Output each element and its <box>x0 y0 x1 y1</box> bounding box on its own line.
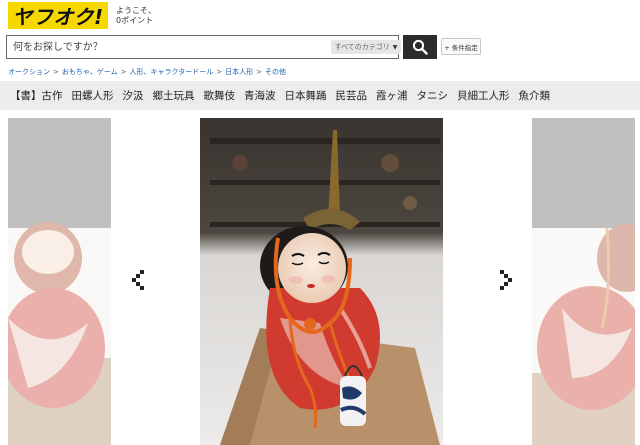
breadcrumb-separator: > <box>53 68 59 76</box>
site-logo[interactable]: ヤフオク! <box>8 2 108 29</box>
category-select-label: すべてのカテゴリ <box>334 43 390 51</box>
carousel-prev-button[interactable] <box>129 268 147 292</box>
points-link[interactable]: 0ポイント <box>116 16 156 26</box>
doll-photo-prev <box>8 118 111 445</box>
tag-link[interactable]: 青海波 <box>244 88 276 103</box>
welcome-greeting: ようこそ、 <box>116 6 156 15</box>
tag-link[interactable]: 日本舞踊 <box>285 88 327 103</box>
breadcrumb-item[interactable]: オークション <box>8 68 50 76</box>
related-tags-bar: 【書】古作 田螺人形 汐汲 郷土玩具 歌舞伎 青海波 日本舞踊 民芸品 霞ヶ浦 … <box>0 81 640 110</box>
tag-link[interactable]: 魚介類 <box>519 88 551 103</box>
tag-link[interactable]: 【書】古作 <box>10 88 63 103</box>
chevron-down-icon: ▼ <box>392 43 398 51</box>
breadcrumb-item[interactable]: 日本人形 <box>225 68 253 76</box>
carousel-prev-image[interactable] <box>8 118 111 445</box>
welcome-text: ようこそ、 0ポイント <box>116 6 156 26</box>
breadcrumb-item[interactable]: おもちゃ、ゲーム <box>62 68 118 76</box>
carousel-main-image[interactable] <box>200 118 443 445</box>
category-select[interactable]: すべてのカテゴリ ▼ <box>331 40 401 54</box>
search-conditions-button[interactable]: + 条件指定 <box>441 38 481 55</box>
search-icon <box>412 39 428 55</box>
breadcrumb-item[interactable]: その他 <box>265 68 286 76</box>
image-carousel <box>0 118 640 445</box>
carousel-next-image[interactable] <box>532 118 635 445</box>
chevron-left-icon <box>132 270 144 290</box>
tag-link[interactable]: 民芸品 <box>336 88 368 103</box>
breadcrumb-separator: > <box>256 68 263 76</box>
tag-link[interactable]: 田螺人形 <box>72 88 114 103</box>
breadcrumb-item[interactable]: 人形、キャラクタードール <box>130 68 214 76</box>
tag-link[interactable]: 汐汲 <box>123 88 144 103</box>
search-button[interactable] <box>403 35 437 59</box>
doll-photo-next <box>532 118 635 445</box>
search-input[interactable] <box>7 36 334 58</box>
tag-link[interactable]: 貝細工人形 <box>457 88 510 103</box>
breadcrumb-separator: > <box>120 68 127 76</box>
chevron-right-icon <box>500 270 512 290</box>
tag-link[interactable]: 郷土玩具 <box>153 88 195 103</box>
tag-link[interactable]: 歌舞伎 <box>204 88 236 103</box>
carousel-next-button[interactable] <box>497 268 515 292</box>
tag-link[interactable]: 霞ヶ浦 <box>376 88 408 103</box>
breadcrumb-separator: > <box>216 68 223 76</box>
doll-photo-main <box>200 118 443 445</box>
search-bar: すべてのカテゴリ ▼ <box>6 35 401 59</box>
tag-link[interactable]: タニシ <box>417 88 449 103</box>
breadcrumb: オークション > おもちゃ、ゲーム > 人形、キャラクタードール > 日本人形 > その他 <box>8 67 286 77</box>
